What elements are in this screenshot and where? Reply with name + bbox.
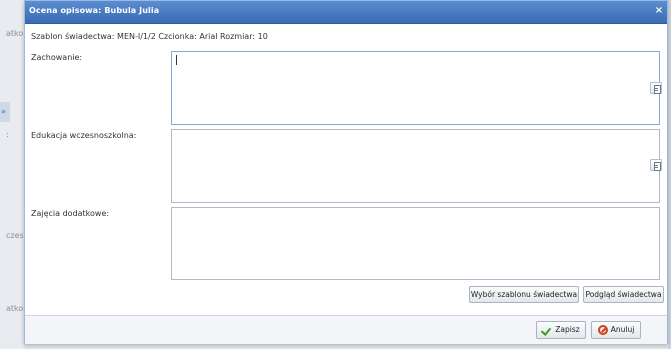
cancel-circle-icon <box>597 325 608 335</box>
dialog-footer: Zapisz Anuluj <box>25 316 667 344</box>
background-app: atko : czes atko <box>0 0 24 349</box>
background-text: atko <box>6 29 24 38</box>
grade-description-dialog: Ocena opisowa: Bubula Julia × Szablon św… <box>24 0 668 344</box>
dialog-title: Ocena opisowa: Bubula Julia <box>29 6 160 15</box>
behavior-label: Zachowanie: <box>31 53 83 62</box>
early-education-textarea[interactable] <box>171 129 660 203</box>
cancel-button[interactable]: Anuluj <box>591 321 641 339</box>
text-caret <box>176 55 177 65</box>
background-text: atko <box>6 304 24 313</box>
early-education-label: Edukacja wczesnoszkolna: <box>31 131 137 140</box>
preview-certificate-button[interactable]: Podgląd świadectwa <box>583 286 664 303</box>
extra-activities-label: Zajęcia dodatkowe: <box>31 209 110 218</box>
cancel-label: Anuluj <box>610 325 635 334</box>
save-button[interactable]: Zapisz <box>536 321 586 339</box>
document-icon[interactable] <box>650 82 662 94</box>
save-label: Zapisz <box>555 325 580 334</box>
dialog-titlebar[interactable]: Ocena opisowa: Bubula Julia × <box>25 1 667 24</box>
close-icon[interactable]: × <box>653 5 665 17</box>
template-info: Szablon świadectwa: MEN-I/1/2 Czcionka: … <box>31 32 268 41</box>
extra-activities-textarea[interactable] <box>171 207 660 280</box>
background-text: : <box>6 130 9 139</box>
document-icon[interactable] <box>650 159 662 171</box>
background-text: czes <box>6 231 24 240</box>
checkmark-icon <box>542 325 552 335</box>
choose-template-button[interactable]: Wybór szablonu świadectwa <box>469 286 579 303</box>
background-tab[interactable]: » <box>0 102 10 122</box>
behavior-textarea[interactable] <box>171 51 660 125</box>
